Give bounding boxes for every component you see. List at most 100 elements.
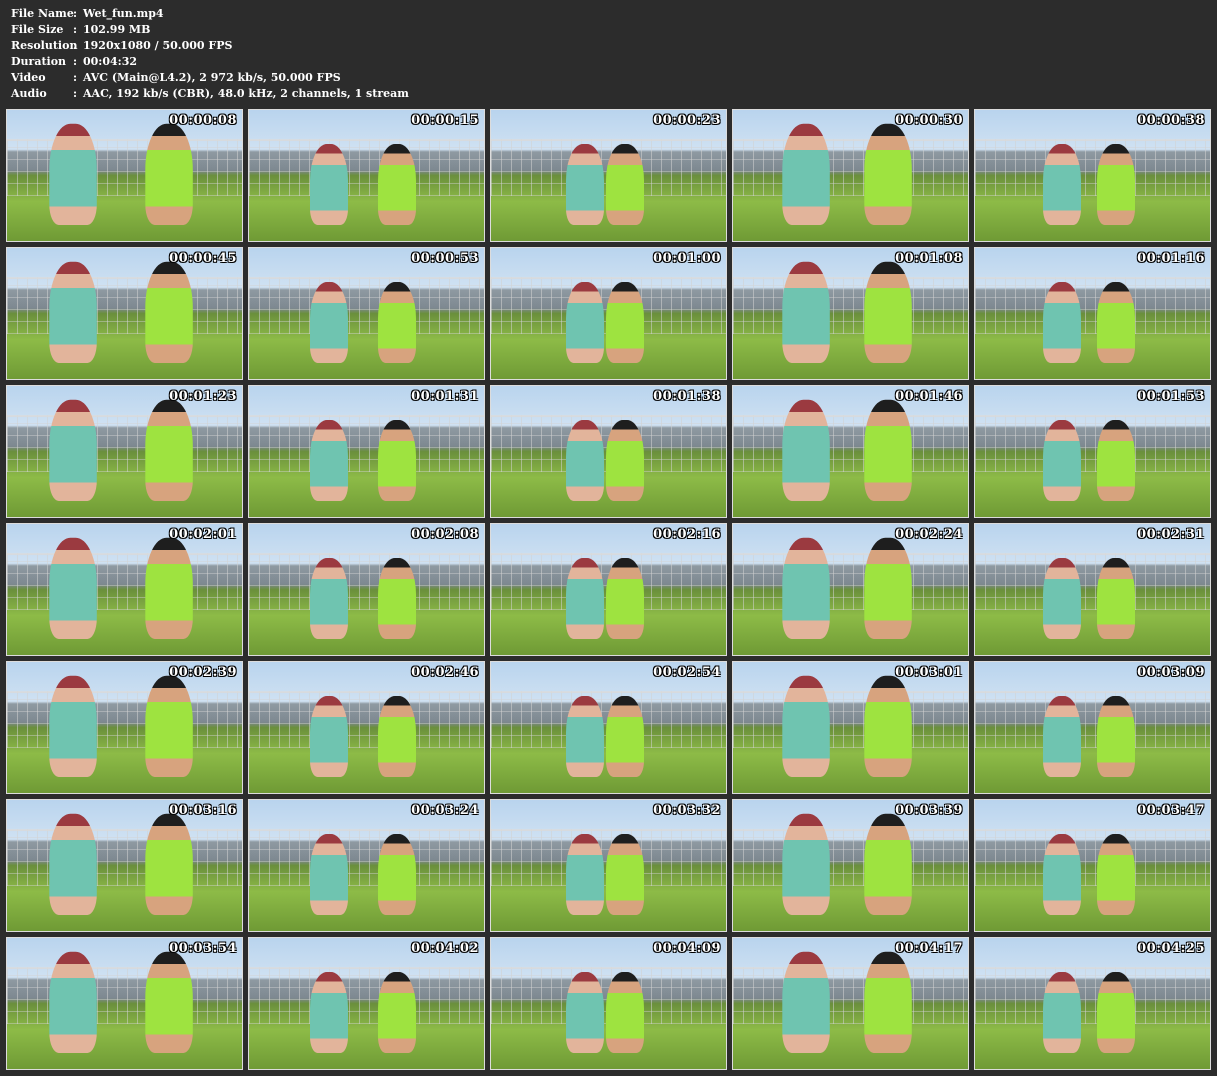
person-figure bbox=[566, 834, 604, 916]
info-row-video: Video : AVC (Main@L4.2), 2 972 kb/s, 50.… bbox=[11, 70, 409, 86]
thumbnail-frame: 00:02:31 bbox=[974, 523, 1211, 656]
timestamp-label: 00:02:08 bbox=[411, 527, 479, 542]
person-figure bbox=[49, 675, 97, 778]
fence-graphic bbox=[249, 414, 484, 472]
person-figure bbox=[782, 951, 830, 1054]
person-figure bbox=[1043, 144, 1081, 226]
timestamp-label: 00:00:53 bbox=[411, 251, 479, 266]
person-figure bbox=[49, 123, 97, 226]
person-figure bbox=[864, 261, 912, 364]
person-figure bbox=[782, 537, 830, 640]
person-figure bbox=[310, 972, 348, 1054]
fence-graphic bbox=[733, 552, 968, 610]
person-figure bbox=[378, 834, 416, 916]
timestamp-label: 00:01:00 bbox=[653, 251, 721, 266]
person-figure bbox=[145, 261, 193, 364]
thumbnail-frame: 00:04:17 bbox=[732, 937, 969, 1070]
person-figure bbox=[145, 951, 193, 1054]
timestamp-label: 00:02:39 bbox=[169, 665, 237, 680]
fence-graphic bbox=[7, 966, 242, 1024]
person-figure bbox=[378, 282, 416, 364]
timestamp-label: 00:03:24 bbox=[411, 803, 479, 818]
timestamp-label: 00:01:23 bbox=[169, 389, 237, 404]
timestamp-label: 00:02:46 bbox=[411, 665, 479, 680]
fence-graphic bbox=[975, 552, 1210, 610]
thumbnail-grid: 00:00:08 00:00:15 00:00:23 00:00:30 00:00:38… bbox=[6, 109, 1211, 1070]
person-figure bbox=[1043, 558, 1081, 640]
person-figure bbox=[606, 282, 644, 364]
file-info-panel: File Name : Wet_fun.mp4 File Size : 102.… bbox=[11, 6, 409, 102]
fence-graphic bbox=[975, 414, 1210, 472]
person-figure bbox=[864, 123, 912, 226]
thumbnail-frame: 00:03:54 bbox=[6, 937, 243, 1070]
person-figure bbox=[864, 399, 912, 502]
person-figure bbox=[864, 951, 912, 1054]
fence-graphic bbox=[249, 828, 484, 886]
thumbnail-frame: 00:01:16 bbox=[974, 247, 1211, 380]
person-figure bbox=[566, 558, 604, 640]
thumbnail-frame: 00:02:39 bbox=[6, 661, 243, 794]
thumbnail-frame: 00:03:39 bbox=[732, 799, 969, 932]
info-row-audio: Audio : AAC, 192 kb/s (CBR), 48.0 kHz, 2… bbox=[11, 86, 409, 102]
person-figure bbox=[566, 972, 604, 1054]
fence-graphic bbox=[7, 276, 242, 334]
person-figure bbox=[606, 972, 644, 1054]
thumbnail-frame: 00:02:08 bbox=[248, 523, 485, 656]
timestamp-label: 00:00:08 bbox=[169, 113, 237, 128]
timestamp-label: 00:00:38 bbox=[1137, 113, 1205, 128]
timestamp-label: 00:00:45 bbox=[169, 251, 237, 266]
person-figure bbox=[49, 399, 97, 502]
person-figure bbox=[782, 261, 830, 364]
timestamp-label: 00:03:32 bbox=[653, 803, 721, 818]
thumbnail-frame: 00:01:00 bbox=[490, 247, 727, 380]
thumbnail-frame: 00:04:09 bbox=[490, 937, 727, 1070]
info-key: File Name bbox=[11, 7, 74, 20]
person-figure bbox=[1043, 972, 1081, 1054]
thumbnail-frame: 00:01:31 bbox=[248, 385, 485, 518]
thumbnail-frame: 00:03:01 bbox=[732, 661, 969, 794]
thumbnail-frame: 00:01:53 bbox=[974, 385, 1211, 518]
person-figure bbox=[145, 123, 193, 226]
timestamp-label: 00:03:39 bbox=[895, 803, 963, 818]
fence-graphic bbox=[249, 690, 484, 748]
thumbnail-frame: 00:01:08 bbox=[732, 247, 969, 380]
fence-graphic bbox=[733, 414, 968, 472]
person-figure bbox=[1097, 972, 1135, 1054]
person-figure bbox=[782, 813, 830, 916]
person-figure bbox=[1097, 696, 1135, 778]
info-value: AVC (Main@L4.2), 2 972 kb/s, 50.000 FPS bbox=[83, 71, 341, 84]
person-figure bbox=[782, 675, 830, 778]
timestamp-label: 00:02:24 bbox=[895, 527, 963, 542]
person-figure bbox=[378, 144, 416, 226]
person-figure bbox=[566, 144, 604, 226]
thumbnail-frame: 00:02:16 bbox=[490, 523, 727, 656]
info-row-file-size: File Size : 102.99 MB bbox=[11, 22, 409, 38]
person-figure bbox=[566, 696, 604, 778]
fence-graphic bbox=[733, 966, 968, 1024]
person-figure bbox=[864, 537, 912, 640]
fence-graphic bbox=[7, 414, 242, 472]
timestamp-label: 00:02:16 bbox=[653, 527, 721, 542]
person-figure bbox=[49, 951, 97, 1054]
info-row-duration: Duration : 00:04:32 bbox=[11, 54, 409, 70]
person-figure bbox=[378, 696, 416, 778]
info-separator: : bbox=[73, 55, 78, 68]
info-separator: : bbox=[73, 71, 78, 84]
timestamp-label: 00:03:01 bbox=[895, 665, 963, 680]
info-value: AAC, 192 kb/s (CBR), 48.0 kHz, 2 channel… bbox=[83, 87, 409, 100]
timestamp-label: 00:01:31 bbox=[411, 389, 479, 404]
thumbnail-frame: 00:00:15 bbox=[248, 109, 485, 242]
timestamp-label: 00:00:30 bbox=[895, 113, 963, 128]
person-figure bbox=[145, 675, 193, 778]
thumbnail-frame: 00:02:01 bbox=[6, 523, 243, 656]
person-figure bbox=[1043, 834, 1081, 916]
info-separator: : bbox=[73, 7, 78, 20]
person-figure bbox=[310, 696, 348, 778]
timestamp-label: 00:03:16 bbox=[169, 803, 237, 818]
fence-graphic bbox=[975, 138, 1210, 196]
timestamp-label: 00:03:47 bbox=[1137, 803, 1205, 818]
thumbnail-frame: 00:03:09 bbox=[974, 661, 1211, 794]
fence-graphic bbox=[7, 552, 242, 610]
fence-graphic bbox=[7, 690, 242, 748]
person-figure bbox=[310, 282, 348, 364]
